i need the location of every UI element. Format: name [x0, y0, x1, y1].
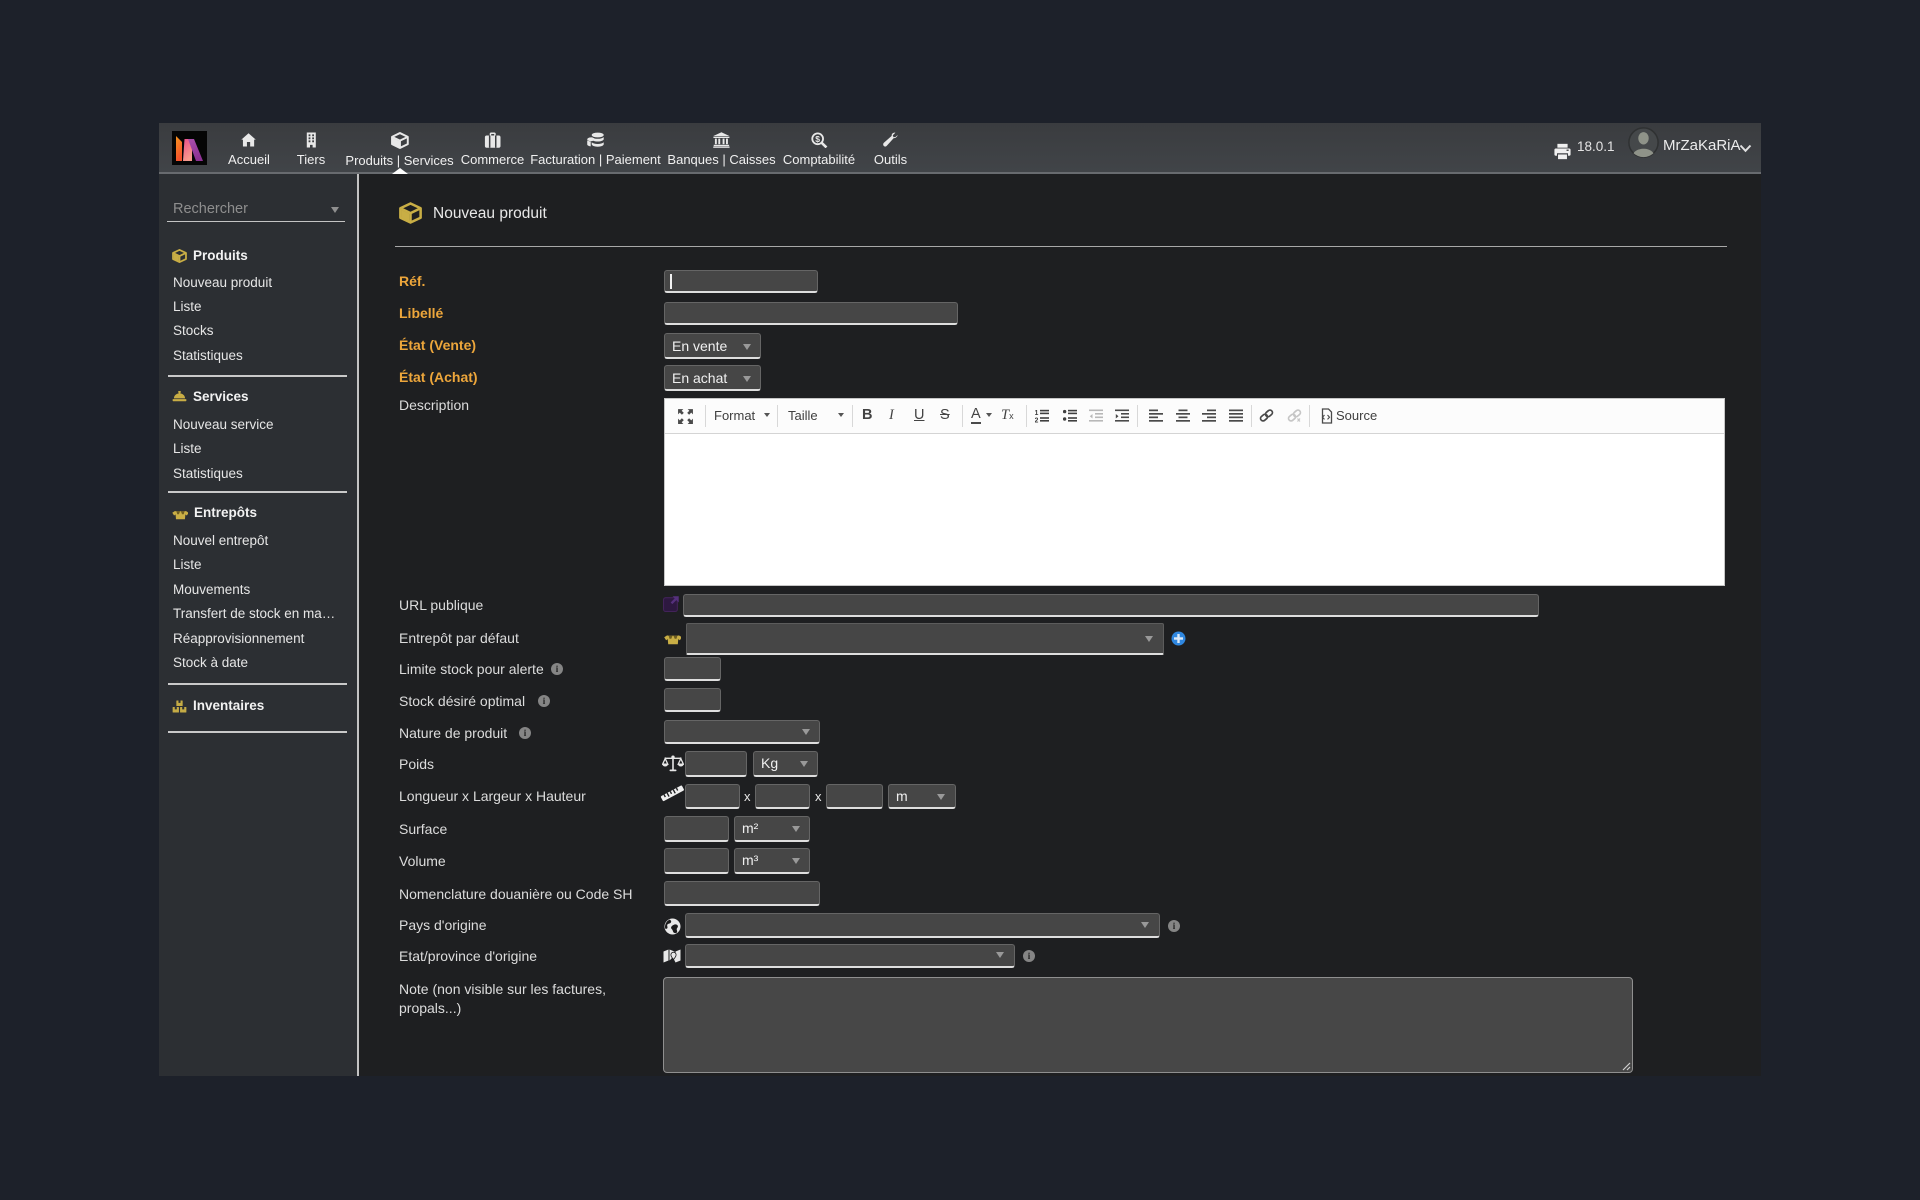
svg-text:2: 2: [1035, 417, 1039, 423]
svg-text:$: $: [815, 134, 820, 144]
svg-text:1: 1: [1035, 410, 1039, 417]
